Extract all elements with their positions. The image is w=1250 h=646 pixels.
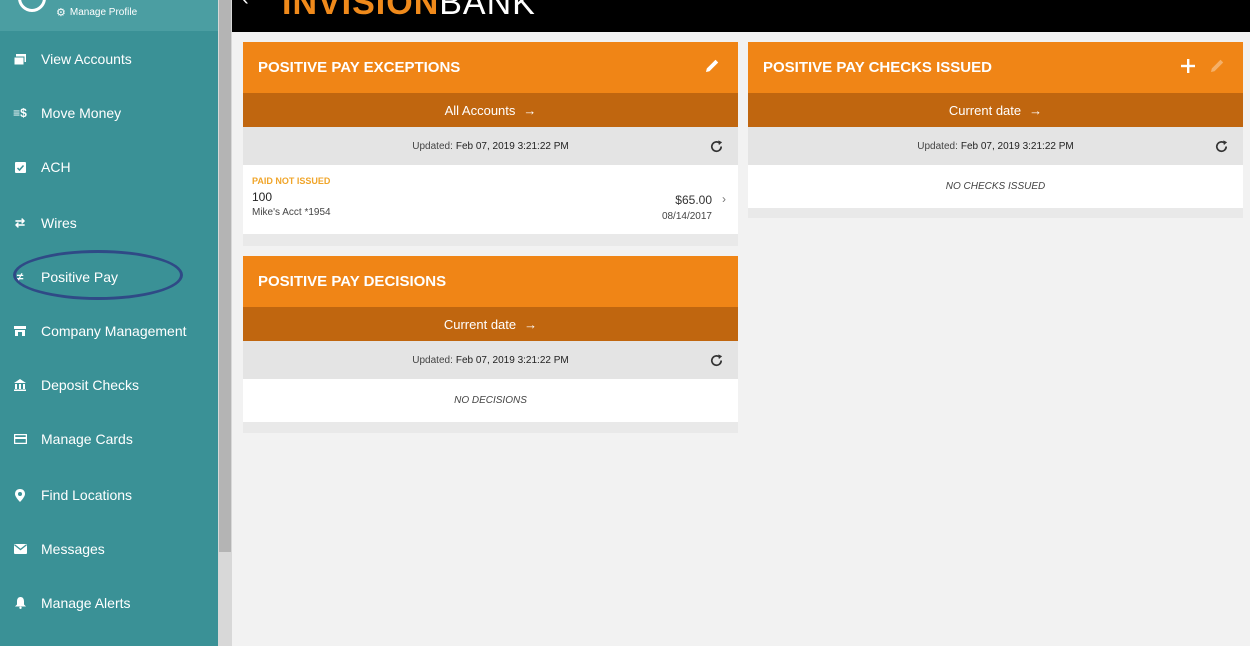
updated-timestamp: Updated: Feb 07, 2019 3:21:22 PM <box>243 127 738 165</box>
filter-label: Current date <box>948 102 1022 118</box>
updated-timestamp: Updated: Feb 07, 2019 3:21:22 PM <box>243 341 738 379</box>
check-number: 100 <box>252 190 273 204</box>
sidebar-item-find-locations[interactable]: Find Locations <box>0 468 218 522</box>
sidebar-item-label: ACH <box>41 159 71 175</box>
amount: $65.00 <box>675 193 712 207</box>
sidebar-item-ach[interactable]: ACH <box>0 140 218 194</box>
filter-label: Current date <box>443 316 517 332</box>
sidebar-item-label: Manage Cards <box>41 431 133 447</box>
check-date: 08/14/2017 <box>661 211 712 222</box>
avatar[interactable] <box>18 0 46 12</box>
sidebar-item-messages[interactable]: Messages <box>0 522 218 576</box>
brand-logo: INVISIONBANK <box>282 0 536 22</box>
card-icon <box>12 434 28 444</box>
gear-icon: ⚙ <box>56 7 66 19</box>
bank-icon <box>12 379 28 391</box>
refresh-icon[interactable] <box>1214 127 1229 165</box>
transfer-icon: ≡$ <box>13 106 27 120</box>
card-title: POSITIVE PAY CHECKS ISSUED <box>748 42 1243 93</box>
location-pin-icon <box>12 488 28 502</box>
company-icon <box>12 326 28 336</box>
date-filter-button[interactable]: Current date → <box>243 307 738 341</box>
status-badge: PAID NOT ISSUED <box>252 176 331 186</box>
empty-message: NO DECISIONS <box>454 395 527 406</box>
sidebar-item-company-management[interactable]: Company Management <box>0 304 218 358</box>
checks-issued-list: NO CHECKS ISSUED <box>748 165 1243 208</box>
refresh-icon[interactable] <box>709 341 724 379</box>
pencil-icon[interactable] <box>1209 58 1225 78</box>
arrow-right-icon: → <box>524 316 538 332</box>
sidebar-scrollbar-thumb[interactable] <box>219 0 231 552</box>
arrow-right-icon: → <box>1029 102 1043 118</box>
refresh-icon[interactable] <box>709 127 724 165</box>
top-header: ‹ INVISIONBANK <box>232 0 1250 32</box>
arrow-right-icon: → <box>523 102 537 118</box>
chevron-left-icon[interactable]: ‹ <box>242 0 249 11</box>
date-filter-button[interactable]: Current date → <box>748 93 1243 127</box>
sidebar-item-label: Positive Pay <box>41 269 119 285</box>
sidebar-item-label: Deposit Checks <box>41 377 140 393</box>
decisions-card: POSITIVE PAY DECISIONS Current date → Up… <box>243 256 738 433</box>
check-pay-icon: ≠ <box>16 270 24 284</box>
plus-icon[interactable] <box>1181 58 1195 77</box>
account-filter-button[interactable]: All Accounts → <box>243 93 738 127</box>
sidebar-item-label: Manage Alerts <box>41 595 131 611</box>
swap-icon: ⇄ <box>14 216 26 230</box>
chevron-right-icon: › <box>722 192 726 206</box>
checks-issued-card: POSITIVE PAY CHECKS ISSUED Current date … <box>748 42 1243 218</box>
bell-icon <box>12 597 28 609</box>
sidebar-item-move-money[interactable]: ≡$ Move Money <box>0 86 218 140</box>
pencil-icon[interactable] <box>704 58 720 78</box>
sidebar-item-manage-cards[interactable]: Manage Cards <box>0 412 218 466</box>
exceptions-card: POSITIVE PAY EXCEPTIONS All Accounts → U… <box>243 42 738 246</box>
sidebar-item-manage-alerts[interactable]: Manage Alerts <box>0 576 218 630</box>
filter-label: All Accounts <box>444 102 516 118</box>
envelope-icon <box>12 544 28 554</box>
sidebar-item-label: View Accounts <box>41 51 132 67</box>
card-title: POSITIVE PAY DECISIONS <box>243 256 738 307</box>
sidebar-item-label: Messages <box>41 541 105 557</box>
sidebar-item-label: Move Money <box>41 105 122 121</box>
profile-bar: ⚙ Manage Profile <box>0 0 218 31</box>
sidebar-item-label: Wires <box>41 215 77 231</box>
sidebar-item-deposit-checks[interactable]: Deposit Checks <box>0 358 218 412</box>
sidebar-item-positive-pay[interactable]: ≠ Positive Pay <box>0 250 218 304</box>
accounts-icon <box>12 53 28 65</box>
sidebar-item-wires[interactable]: ⇄ Wires <box>0 196 218 250</box>
decisions-list: NO DECISIONS <box>243 379 738 422</box>
sidebar-item-view-accounts[interactable]: View Accounts <box>0 32 218 86</box>
manage-profile-link[interactable]: ⚙ Manage Profile <box>56 6 137 19</box>
clipboard-icon <box>12 161 28 173</box>
manage-profile-label: Manage Profile <box>69 7 138 18</box>
list-item[interactable]: PAID NOT ISSUED 100 Mike's Acct *1954 $6… <box>243 165 738 233</box>
card-title: POSITIVE PAY EXCEPTIONS <box>243 42 738 93</box>
updated-timestamp: Updated: Feb 07, 2019 3:21:22 PM <box>748 127 1243 165</box>
account-name: Mike's Acct *1954 <box>252 207 331 218</box>
empty-message: NO CHECKS ISSUED <box>945 181 1046 192</box>
sidebar: ⚙ Manage Profile View Accounts ≡$ Move M… <box>0 0 218 646</box>
sidebar-item-label: Company Management <box>41 323 187 339</box>
sidebar-item-label: Find Locations <box>41 487 133 503</box>
exceptions-list: PAID NOT ISSUED 100 Mike's Acct *1954 $6… <box>243 165 738 234</box>
